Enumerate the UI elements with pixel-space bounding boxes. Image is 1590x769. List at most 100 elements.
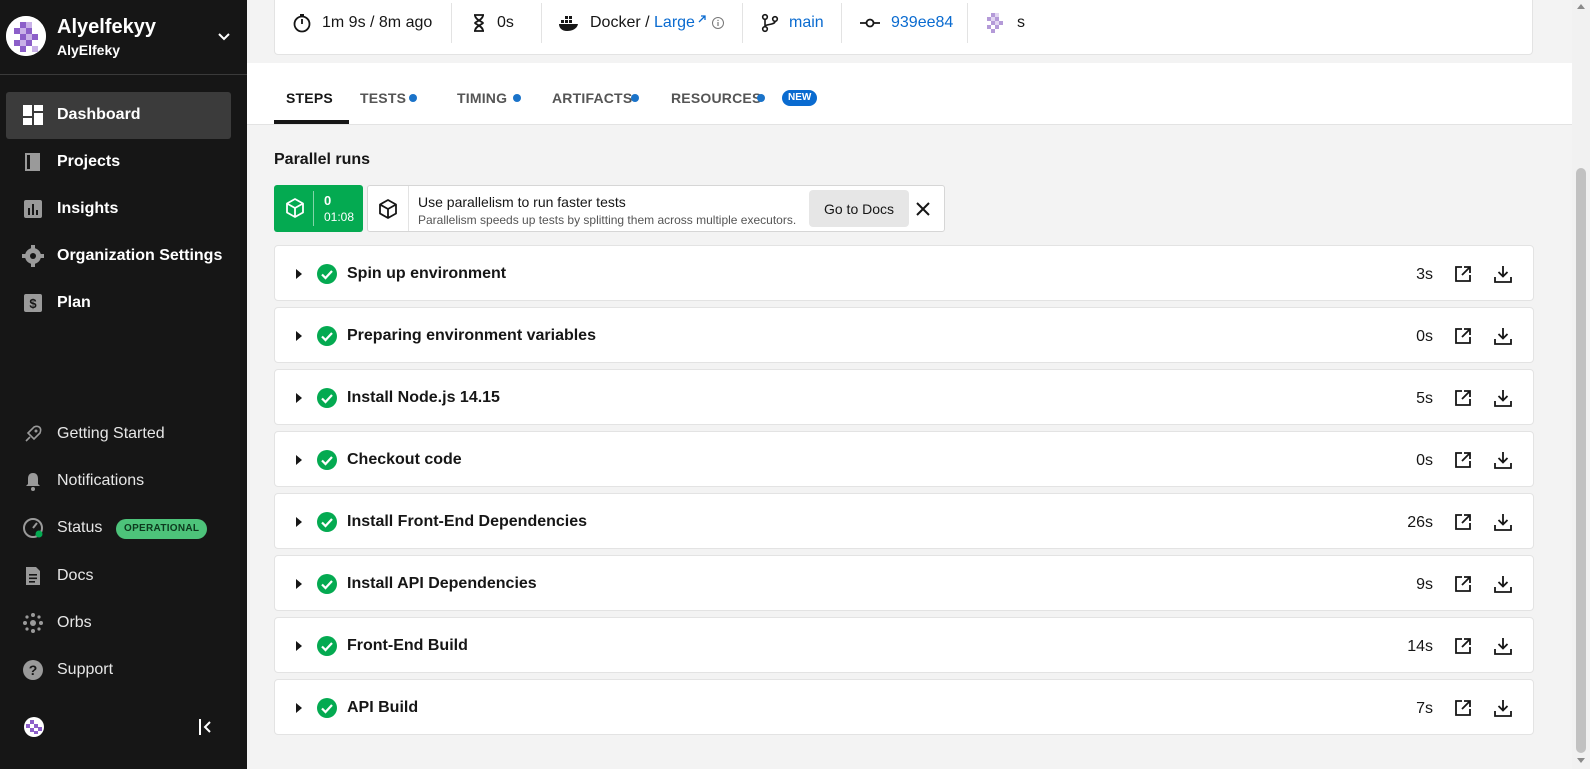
open-in-new-icon[interactable]: [1453, 264, 1473, 284]
sidebar-item-getting-started[interactable]: Getting Started: [6, 411, 231, 458]
step-row[interactable]: Spin up environment 3s: [274, 245, 1534, 301]
divider: [451, 3, 452, 43]
download-icon[interactable]: [1493, 636, 1513, 656]
success-check-icon: [317, 574, 337, 594]
open-in-new-icon[interactable]: [1453, 512, 1473, 532]
queued-meta: 0s: [471, 11, 514, 35]
step-row[interactable]: Install Node.js 14.15 5s: [274, 369, 1534, 425]
status-gauge-icon: [23, 518, 43, 538]
tab-steps[interactable]: STEPS: [286, 90, 333, 106]
duration-text: 1m 9s / 8m ago: [322, 14, 433, 31]
open-in-new-icon[interactable]: [1453, 574, 1473, 594]
scroll-up-arrow-icon[interactable]: [1577, 4, 1585, 9]
expand-caret-icon[interactable]: [296, 517, 302, 527]
success-check-icon: [317, 512, 337, 532]
tab-tests[interactable]: TESTS: [360, 90, 406, 106]
expand-caret-icon[interactable]: [296, 641, 302, 651]
expand-caret-icon[interactable]: [296, 703, 302, 713]
artifacts-indicator-dot: [631, 94, 639, 102]
sidebar-item-label: Dashboard: [57, 106, 141, 123]
sidebar-item-docs[interactable]: Docs: [6, 553, 231, 600]
expand-caret-icon[interactable]: [296, 269, 302, 279]
sidebar-item-label: Organization Settings: [57, 247, 223, 264]
org-switcher[interactable]: Alyelfekyy AlyElfeky: [0, 0, 247, 75]
go-to-docs-button[interactable]: Go to Docs: [809, 190, 909, 227]
step-row[interactable]: Install Front-End Dependencies 26s: [274, 493, 1534, 549]
download-icon[interactable]: [1493, 450, 1513, 470]
expand-caret-icon[interactable]: [296, 579, 302, 589]
step-duration: 5s: [1416, 390, 1433, 407]
tab-resources[interactable]: RESOURCES: [671, 90, 761, 106]
resource-class-link[interactable]: Large: [654, 14, 695, 32]
step-duration: 9s: [1416, 576, 1433, 593]
parallel-run-0[interactable]: 0 01:08: [274, 185, 363, 232]
sidebar-item-orbs[interactable]: Orbs: [6, 600, 231, 647]
branch-link[interactable]: main: [789, 14, 824, 32]
step-row[interactable]: Front-End Build 14s: [274, 617, 1534, 673]
open-in-new-icon[interactable]: [1453, 698, 1473, 718]
sidebar-item-label: Orbs: [57, 614, 92, 631]
chevron-down-icon: [218, 33, 230, 41]
success-check-icon: [317, 698, 337, 718]
close-icon[interactable]: [916, 202, 930, 216]
collapse-sidebar-icon[interactable]: [197, 718, 213, 736]
download-icon[interactable]: [1493, 512, 1513, 532]
download-icon[interactable]: [1493, 326, 1513, 346]
expand-caret-icon[interactable]: [296, 331, 302, 341]
download-icon[interactable]: [1493, 698, 1513, 718]
run-time: 01:08: [324, 210, 355, 224]
sidebar-item-support[interactable]: ? Support: [6, 647, 231, 694]
sidebar-item-plan[interactable]: $ Plan: [6, 280, 231, 327]
sidebar-item-insights[interactable]: Insights: [6, 186, 231, 233]
sidebar-item-label: Docs: [57, 567, 94, 584]
tab-bar: STEPS TESTS TIMING ARTIFACTS RESOURCES N…: [247, 63, 1572, 125]
sidebar-item-notifications[interactable]: Notifications: [6, 458, 231, 505]
main-content: 1m 9s / 8m ago 0s Docker / Large main 93…: [247, 0, 1572, 769]
step-name: Install API Dependencies: [347, 575, 537, 592]
tab-artifacts[interactable]: ARTIFACTS: [552, 90, 632, 106]
insights-icon: [24, 200, 42, 218]
scroll-thumb[interactable]: [1576, 168, 1586, 753]
scrollbar[interactable]: [1572, 0, 1590, 769]
step-name: Checkout code: [347, 451, 462, 468]
expand-caret-icon[interactable]: [296, 455, 302, 465]
run-index: 0: [324, 193, 332, 208]
scroll-down-arrow-icon[interactable]: [1577, 758, 1585, 763]
open-in-new-icon[interactable]: [1453, 450, 1473, 470]
tab-timing[interactable]: TIMING: [457, 90, 507, 106]
step-row[interactable]: Checkout code 0s: [274, 431, 1534, 487]
step-row[interactable]: API Build 7s: [274, 679, 1534, 735]
resources-indicator-dot: [757, 94, 765, 102]
parallelism-tip: Use parallelism to run faster tests Para…: [367, 185, 945, 232]
author-avatar-icon: [987, 13, 1003, 33]
svg-text:$: $: [29, 296, 37, 311]
info-icon[interactable]: [711, 16, 725, 30]
docker-icon: [559, 16, 578, 31]
success-check-icon: [317, 450, 337, 470]
timing-indicator-dot: [513, 94, 521, 102]
open-in-new-icon[interactable]: [1453, 326, 1473, 346]
sidebar-item-organization-settings[interactable]: Organization Settings: [6, 233, 231, 280]
dashboard-icon: [23, 105, 43, 125]
open-in-new-icon[interactable]: [1453, 636, 1473, 656]
success-check-icon: [317, 264, 337, 284]
download-icon[interactable]: [1493, 264, 1513, 284]
stopwatch-icon: [293, 14, 311, 33]
sidebar-item-dashboard[interactable]: Dashboard: [6, 92, 231, 139]
open-in-new-icon[interactable]: [1453, 388, 1473, 408]
commit-link[interactable]: 939ee84: [891, 14, 953, 32]
user-avatar-icon[interactable]: [23, 716, 45, 738]
download-icon[interactable]: [1493, 388, 1513, 408]
step-row[interactable]: Install API Dependencies 9s: [274, 555, 1534, 611]
step-name: Install Node.js 14.15: [347, 389, 500, 406]
external-link-icon: [698, 15, 706, 23]
expand-caret-icon[interactable]: [296, 393, 302, 403]
download-icon[interactable]: [1493, 574, 1513, 594]
sidebar-item-projects[interactable]: Projects: [6, 139, 231, 186]
tests-indicator-dot: [409, 94, 417, 102]
step-row[interactable]: Preparing environment variables 0s: [274, 307, 1534, 363]
step-duration: 7s: [1416, 700, 1433, 717]
success-check-icon: [317, 636, 337, 656]
sidebar: Alyelfekyy AlyElfeky Dashboard Projects …: [0, 0, 247, 769]
tip-title: Use parallelism to run faster tests: [418, 194, 626, 210]
